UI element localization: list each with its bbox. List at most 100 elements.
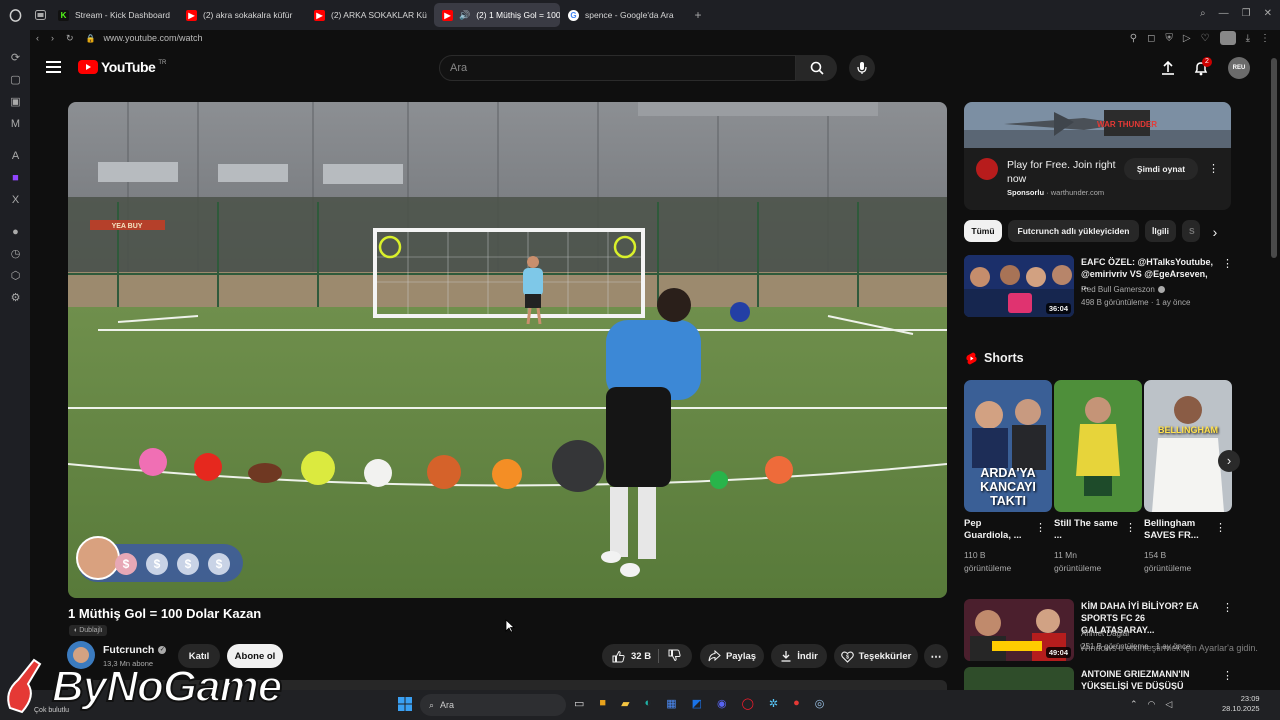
share-button[interactable]: Paylaş	[700, 644, 764, 668]
video-player[interactable]: YEA BUY $ $ $ $	[68, 102, 947, 598]
cube-icon[interactable]: ⬡	[9, 270, 22, 283]
forward-icon[interactable]: ›	[51, 33, 54, 43]
opera-icon[interactable]: ◯	[742, 697, 754, 710]
discord-icon[interactable]: ◉	[717, 697, 727, 710]
short-card[interactable]	[1054, 380, 1142, 512]
tab-kick[interactable]: K Stream - Kick Dashboard	[50, 3, 178, 27]
related-title[interactable]: ANTOINE GRIEZMANN'IN YÜKSELİŞİ VE DÜŞÜŞÜ	[1081, 668, 1216, 690]
shield-icon[interactable]: ⛨	[1165, 33, 1173, 44]
profile-icon[interactable]	[1219, 31, 1236, 45]
history-icon[interactable]: ⟳	[9, 52, 22, 65]
twitch-icon[interactable]: ■	[9, 172, 22, 185]
tray-arrow-icon[interactable]: ⌃	[1130, 699, 1138, 710]
play-icon[interactable]: ▷	[1183, 33, 1191, 44]
volume-icon[interactable]: ◁	[1165, 699, 1172, 710]
short-title[interactable]: Pep Guardiola, ...	[964, 518, 1030, 542]
store-icon[interactable]: ▦	[666, 697, 676, 710]
notification-badge: 2	[1202, 57, 1212, 67]
reload-icon[interactable]: ↻	[66, 33, 74, 44]
related-channel[interactable]: Ahmet Dağlar	[1081, 628, 1130, 639]
aria-icon[interactable]: A	[9, 150, 22, 163]
start-button[interactable]	[398, 697, 412, 716]
related-more-icon[interactable]: ⋮	[1222, 669, 1233, 682]
chip-all[interactable]: Tümü	[964, 220, 1002, 242]
related-thumbnail[interactable]: 36:04	[964, 255, 1074, 317]
notifications-button[interactable]: 2	[1193, 57, 1212, 81]
ad-cta-button[interactable]: Şimdi oynat	[1124, 158, 1198, 180]
like-button[interactable]: 32 B	[612, 650, 651, 663]
app-icon[interactable]: ●	[793, 697, 800, 710]
minimize-icon[interactable]: —	[1219, 8, 1229, 19]
pin-icon[interactable]: ⚲	[1130, 33, 1137, 44]
ad-card[interactable]: WAR THUNDER Play for Free. Join right no…	[964, 102, 1231, 210]
shorts-next-button[interactable]: ›	[1218, 450, 1240, 472]
search-tabs-icon[interactable]: ⌕	[1200, 8, 1206, 19]
youtube-logo[interactable]: YouTube TR	[78, 59, 166, 75]
ad-more-icon[interactable]: ⋮	[1208, 162, 1219, 175]
network-icon[interactable]: ◠	[1148, 699, 1156, 710]
thanks-button[interactable]: $ Teşekkürler	[834, 644, 918, 668]
settings-app-icon[interactable]: ✲	[769, 697, 778, 710]
short-title[interactable]: Bellingham SAVES FR...	[1144, 518, 1210, 542]
clock-icon[interactable]: ◷	[9, 248, 22, 261]
close-icon[interactable]: ✕	[1264, 8, 1272, 19]
edge-icon[interactable]: ◐	[645, 697, 652, 710]
snapshot-icon[interactable]: ▣	[9, 96, 22, 109]
dislike-button[interactable]	[668, 649, 681, 665]
tab-google[interactable]: G spence - Google'da Ara	[560, 3, 688, 27]
search-button[interactable]	[796, 55, 837, 81]
clock[interactable]: 23:09 28.10.2025	[1222, 694, 1260, 714]
download-button[interactable]: İndir	[771, 644, 827, 668]
more-actions-button[interactable]: ⋯	[924, 644, 948, 668]
menu-icon[interactable]	[46, 60, 62, 74]
chip-from-uploader[interactable]: Futcrunch adlı yükleyiciden	[1008, 220, 1139, 242]
upload-button[interactable]	[1160, 60, 1176, 81]
chevron-right-icon[interactable]: ›	[1205, 222, 1225, 242]
outlook-icon[interactable]: ◩	[692, 697, 702, 710]
short-card[interactable]: BELLINGHAM	[1144, 380, 1232, 512]
related-thumbnail[interactable]	[964, 667, 1074, 690]
spotify-icon[interactable]: ●	[9, 226, 22, 239]
opera-menu-icon[interactable]	[0, 0, 30, 30]
related-more-icon[interactable]: ⋮	[1222, 601, 1233, 614]
new-tab-button[interactable]: +	[688, 8, 708, 22]
short-card[interactable]: ARDA'YA KANCAYI TAKTI	[964, 380, 1052, 512]
mail-icon[interactable]: M	[9, 118, 22, 131]
task-view-icon[interactable]: ▭	[574, 697, 584, 710]
widgets-icon[interactable]: ■	[599, 697, 606, 710]
related-thumbnail[interactable]: 49:04	[964, 599, 1074, 661]
duration-badge: 49:04	[1045, 647, 1071, 658]
file-explorer-icon[interactable]: ▰	[621, 697, 629, 710]
speaker-icon[interactable]: 🔊	[459, 10, 470, 21]
taskbar-search[interactable]: ⌕ Ara	[420, 694, 566, 716]
avatar[interactable]: REU	[1228, 57, 1250, 79]
search-input[interactable]: Ara	[439, 55, 796, 81]
voice-search-button[interactable]	[849, 55, 875, 81]
folder-icon[interactable]: ▢	[9, 74, 22, 87]
short-title[interactable]: Still The same ...	[1054, 518, 1120, 542]
download-icon[interactable]: ⤓	[1246, 33, 1250, 44]
tab-youtube-2[interactable]: ▶ (2) ARKA SOKAKLAR Kü	[306, 3, 434, 27]
short-more-icon[interactable]: ⋮	[1125, 521, 1136, 534]
related-more-icon[interactable]: ⋮	[1222, 257, 1233, 270]
scrollbar-thumb[interactable]	[1271, 58, 1277, 258]
settings-icon[interactable]: ⚙	[9, 292, 22, 305]
tab-youtube-active[interactable]: ▶ 🔊 (2) 1 Müthiş Gol = 100	[434, 3, 560, 27]
short-more-icon[interactable]: ⋮	[1215, 521, 1226, 534]
heart-icon[interactable]: ♡	[1201, 33, 1210, 44]
short-more-icon[interactable]: ⋮	[1035, 521, 1046, 534]
camera-icon[interactable]: ◻	[1147, 33, 1155, 44]
tab-islands-icon[interactable]	[30, 5, 50, 25]
window-controls: ⌕ — ❐ ✕	[1200, 8, 1272, 19]
steam-icon[interactable]: ◎	[815, 697, 825, 710]
chip-more[interactable]: S	[1182, 220, 1200, 242]
x-icon[interactable]: X	[9, 194, 22, 207]
chip-related[interactable]: İlgili	[1145, 220, 1176, 242]
tab-youtube-1[interactable]: ▶ (2) akra sokakalra küfür	[178, 3, 306, 27]
extensions-icon[interactable]: ⋮	[1260, 33, 1270, 44]
back-icon[interactable]: ‹	[36, 33, 39, 43]
related-channel[interactable]: Red Bull Gamerszon	[1081, 284, 1165, 295]
audio-icon: ◖	[73, 627, 78, 634]
maximize-icon[interactable]: ❐	[1242, 8, 1251, 19]
url-field[interactable]: www.youtube.com/watch	[104, 33, 203, 43]
